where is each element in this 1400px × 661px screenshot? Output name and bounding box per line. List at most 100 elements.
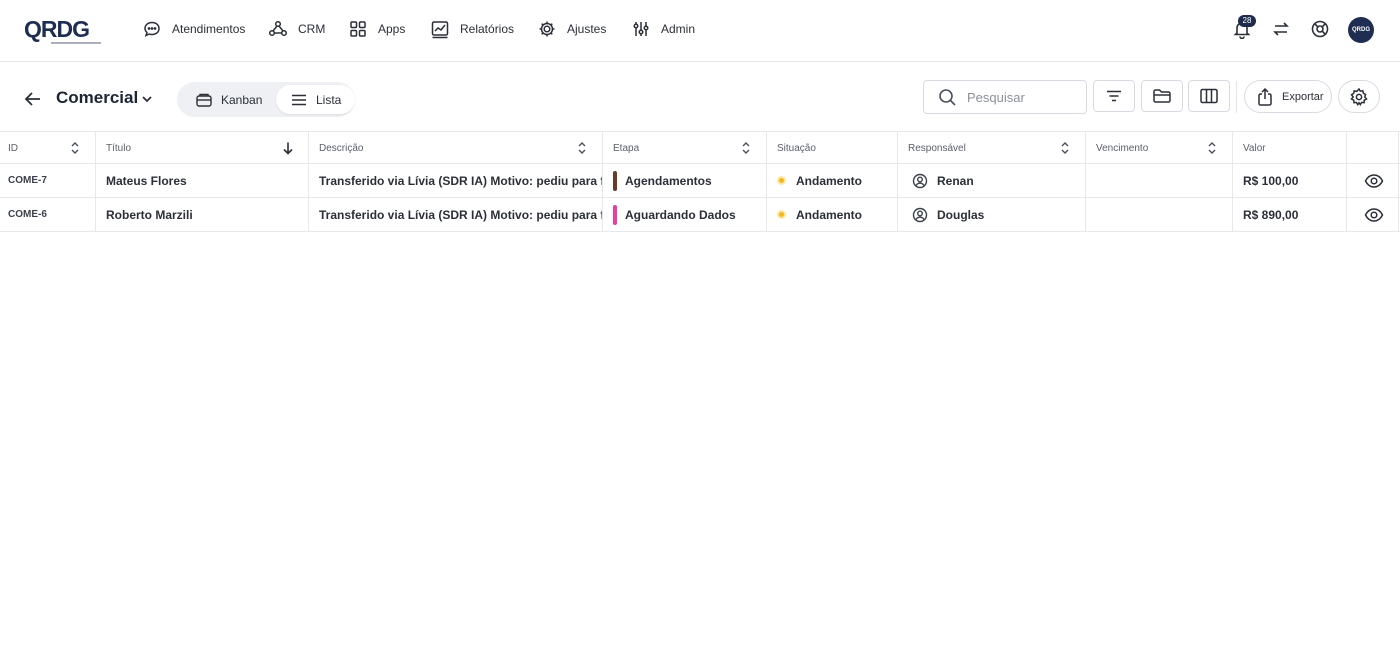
column-label: Título xyxy=(106,142,132,154)
eye-icon[interactable] xyxy=(1364,206,1384,224)
export-button[interactable]: Exportar xyxy=(1244,80,1332,113)
nav-relatorios[interactable]: Relatórios xyxy=(430,17,514,41)
situation-label: Andamento xyxy=(796,207,862,222)
column-header-situation: Situação xyxy=(767,132,898,164)
table-row[interactable]: COME-6 Roberto Marzili Transferido via L… xyxy=(0,198,1400,232)
sort-icon[interactable] xyxy=(574,140,590,156)
cell-id: COME-7 xyxy=(0,164,96,197)
nav-atendimentos[interactable]: Atendimentos xyxy=(142,17,245,41)
chevron-down-icon xyxy=(142,96,152,103)
column-label: Responsável xyxy=(908,142,966,154)
search-icon xyxy=(939,88,956,106)
view-list-button[interactable]: Lista xyxy=(276,85,356,114)
column-header-id: ID xyxy=(0,132,96,164)
share-upload-icon xyxy=(1258,87,1272,106)
status-dot xyxy=(777,210,786,219)
cell-description: Transferido via Lívia (SDR IA) Motivo: p… xyxy=(309,164,603,197)
brand-logo[interactable]: QRDG xyxy=(23,16,103,46)
search-input[interactable] xyxy=(967,89,1067,105)
nav-crm[interactable]: CRM xyxy=(268,17,325,41)
sort-icon[interactable] xyxy=(67,140,83,156)
top-navbar: QRDG Atendimentos CRM Apps Relatórios Aj… xyxy=(0,0,1400,62)
view-switcher: Kanban Lista xyxy=(177,82,356,117)
stage-label: Aguardando Dados xyxy=(625,207,736,222)
arrow-left-icon xyxy=(24,92,40,106)
column-label: Etapa xyxy=(613,142,640,154)
list-icon xyxy=(292,94,306,105)
responsible-name: Douglas xyxy=(937,207,985,222)
notification-badge: 28 xyxy=(1238,15,1256,27)
stage-label: Agendamentos xyxy=(625,173,712,188)
user-avatar[interactable]: QRDG xyxy=(1348,17,1374,43)
column-label: Descrição xyxy=(319,142,364,154)
sort-icon[interactable] xyxy=(1057,140,1073,156)
svg-text:QRDG: QRDG xyxy=(24,16,89,42)
column-label: Valor xyxy=(1243,142,1266,154)
cell-situation: Andamento xyxy=(767,164,898,197)
help-button[interactable] xyxy=(1307,16,1333,42)
cell-situation: Andamento xyxy=(767,198,898,231)
deals-table: ID Título Descrição Etapa Situação Respo… xyxy=(0,131,1400,232)
admin-sliders-icon xyxy=(633,22,649,36)
table-header: ID Título Descrição Etapa Situação Respo… xyxy=(0,131,1400,164)
column-label: Vencimento xyxy=(1096,142,1149,154)
columns-button[interactable] xyxy=(1188,80,1230,112)
cell-description: Transferido via Lívia (SDR IA) Motivo: p… xyxy=(309,198,603,231)
search-box xyxy=(923,80,1087,114)
back-button[interactable] xyxy=(22,88,44,110)
cell-due xyxy=(1086,164,1233,197)
column-header-description: Descrição xyxy=(309,132,603,164)
sort-desc-icon[interactable] xyxy=(280,140,296,156)
responsible-name: Renan xyxy=(937,173,974,188)
user-circle-icon xyxy=(912,173,928,188)
nav-label: CRM xyxy=(298,22,326,36)
stage-color-bar xyxy=(613,170,617,191)
nav-label: Apps xyxy=(378,22,406,36)
column-header-stage: Etapa xyxy=(603,132,767,164)
cell-responsible: Douglas xyxy=(898,198,1086,231)
cell-value: R$ 890,00 xyxy=(1233,198,1347,231)
view-kanban-button[interactable]: Kanban xyxy=(181,85,276,114)
cell-title[interactable]: Roberto Marzili xyxy=(96,198,309,231)
column-header-responsible: Responsável xyxy=(898,132,1086,164)
apps-grid-icon xyxy=(350,21,366,37)
nav-admin[interactable]: Admin xyxy=(631,17,695,41)
swap-arrows-icon xyxy=(1273,22,1289,36)
column-label: ID xyxy=(8,142,18,154)
help-circle-icon xyxy=(1311,20,1329,38)
cell-stage: Aguardando Dados xyxy=(603,198,767,231)
reports-chart-icon xyxy=(431,21,449,39)
column-header-due: Vencimento xyxy=(1086,132,1233,164)
kanban-icon xyxy=(196,93,212,107)
cell-value: R$ 100,00 xyxy=(1233,164,1347,197)
export-label: Exportar xyxy=(1282,90,1324,103)
table-row[interactable]: COME-7 Mateus Flores Transferido via Lív… xyxy=(0,164,1400,198)
view-kanban-label: Kanban xyxy=(221,92,263,107)
filter-button[interactable] xyxy=(1093,80,1135,112)
nav-label: Atendimentos xyxy=(172,22,246,36)
filter-icon xyxy=(1107,90,1121,102)
chat-bubble-icon xyxy=(144,21,160,37)
folders-button[interactable] xyxy=(1141,80,1183,112)
stage-color-bar xyxy=(613,204,617,225)
status-dot xyxy=(777,176,786,185)
cell-responsible: Renan xyxy=(898,164,1086,197)
gear-icon xyxy=(1350,87,1368,106)
situation-label: Andamento xyxy=(796,173,862,188)
nav-ajustes[interactable]: Ajustes xyxy=(537,17,606,41)
view-list-label: Lista xyxy=(316,92,342,107)
column-header-value: Valor xyxy=(1233,132,1347,164)
sort-icon[interactable] xyxy=(738,140,754,156)
cell-stage: Agendamentos xyxy=(603,164,767,197)
nav-label: Ajustes xyxy=(567,22,607,36)
settings-button[interactable] xyxy=(1338,80,1380,113)
switch-account-button[interactable] xyxy=(1268,16,1294,42)
sort-icon[interactable] xyxy=(1204,140,1220,156)
user-circle-icon xyxy=(912,207,928,222)
pipeline-dropdown-button[interactable] xyxy=(139,91,155,107)
toolbar-divider xyxy=(1236,81,1237,113)
eye-icon[interactable] xyxy=(1364,172,1384,190)
nav-apps[interactable]: Apps xyxy=(348,17,405,41)
cell-title[interactable]: Mateus Flores xyxy=(96,164,309,197)
cell-id: COME-6 xyxy=(0,198,96,231)
